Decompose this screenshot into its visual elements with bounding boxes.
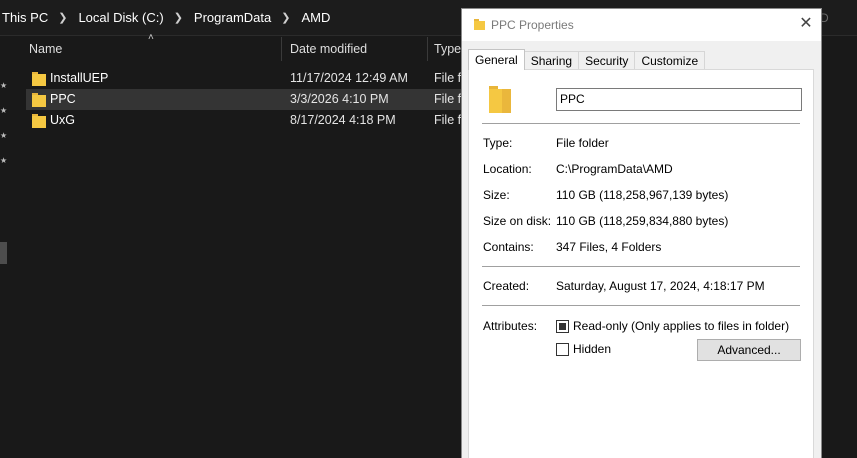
divider	[482, 266, 800, 267]
chevron-right-icon[interactable]: ❯	[174, 11, 183, 24]
folder-icon	[32, 72, 46, 86]
general-tab-panel: PPC Type: File folder Location: C:\Progr…	[468, 69, 814, 458]
tab-general[interactable]: General	[468, 49, 525, 70]
type-label: Type:	[483, 136, 513, 150]
size-on-disk-label: Size on disk:	[483, 214, 552, 228]
chevron-right-icon[interactable]: ❯	[58, 11, 67, 24]
size-value: 110 GB (118,258,967,139 bytes)	[556, 188, 729, 202]
close-icon[interactable]: ✕	[796, 14, 816, 34]
file-row-ppc[interactable]: PPC 3/3/2026 4:10 PM File fo	[26, 89, 468, 110]
tab-customize[interactable]: Customize	[634, 51, 706, 70]
created-label: Created:	[483, 279, 530, 293]
column-divider[interactable]	[427, 37, 428, 61]
divider	[482, 123, 800, 124]
type-value: File folder	[556, 136, 609, 150]
file-date-modified: 8/17/2024 4:18 PM	[290, 113, 396, 127]
folder-icon	[474, 19, 485, 30]
nav-scrollbar-thumb[interactable]	[0, 242, 7, 264]
navigation-pane[interactable]: ★ ★ ★ ★	[0, 37, 9, 458]
pin-icon: ★	[0, 156, 8, 165]
attributes-label: Attributes:	[483, 319, 538, 333]
advanced-button[interactable]: Advanced...	[697, 339, 801, 361]
contains-label: Contains:	[483, 240, 534, 254]
divider	[482, 305, 800, 306]
tab-security[interactable]: Security	[578, 51, 636, 70]
properties-dialog: PPC Properties ✕ General Sharing Securit…	[461, 8, 822, 458]
folder-icon	[489, 86, 511, 113]
file-date-modified: 11/17/2024 12:49 AM	[290, 71, 408, 85]
file-date-modified: 3/3/2026 4:10 PM	[290, 92, 389, 106]
column-header-name[interactable]: Name	[29, 42, 62, 56]
pin-icon: ★	[0, 81, 8, 90]
file-row-installuep[interactable]: InstallUEP 11/17/2024 12:49 AM File fo	[26, 68, 468, 89]
chevron-right-icon[interactable]: ❯	[281, 11, 290, 24]
hidden-label[interactable]: Hidden	[573, 342, 611, 356]
breadcrumb-programdata[interactable]: ProgramData	[192, 10, 273, 25]
contains-value: 347 Files, 4 Folders	[556, 240, 662, 254]
size-label: Size:	[483, 188, 510, 202]
dialog-title-bar[interactable]: PPC Properties ✕	[462, 9, 821, 41]
breadcrumb: This PC ❯ Local Disk (C:) ❯ ProgramData …	[0, 10, 332, 25]
file-name: PPC	[50, 92, 76, 106]
folder-name-input[interactable]: PPC	[556, 88, 802, 111]
breadcrumb-local-disk[interactable]: Local Disk (C:)	[76, 10, 165, 25]
size-on-disk-value: 110 GB (118,259,834,880 bytes)	[556, 214, 729, 228]
location-value: C:\ProgramData\AMD	[556, 162, 673, 176]
folder-icon	[32, 114, 46, 128]
pin-icon: ★	[0, 131, 8, 140]
location-label: Location:	[483, 162, 532, 176]
dialog-title: PPC Properties	[491, 18, 574, 32]
column-header-type[interactable]: Type	[434, 42, 461, 56]
breadcrumb-amd[interactable]: AMD	[299, 10, 332, 25]
folder-icon	[32, 93, 46, 107]
column-divider[interactable]	[281, 37, 282, 61]
column-header-date-modified[interactable]: Date modified	[290, 42, 367, 56]
column-header-row: ˄ Name Date modified Type	[18, 32, 468, 61]
pin-icon: ★	[0, 106, 8, 115]
hidden-checkbox[interactable]	[556, 343, 569, 356]
tab-sharing[interactable]: Sharing	[523, 51, 580, 70]
created-value: Saturday, August 17, 2024, 4:18:17 PM	[556, 279, 765, 293]
file-name: UxG	[50, 113, 75, 127]
readonly-checkbox[interactable]	[556, 320, 569, 333]
breadcrumb-this-pc[interactable]: This PC	[0, 10, 50, 25]
readonly-label[interactable]: Read-only (Only applies to files in fold…	[573, 319, 789, 333]
tab-strip: General Sharing Security Customize	[468, 49, 706, 70]
sort-ascending-icon: ˄	[148, 32, 154, 43]
file-name: InstallUEP	[50, 71, 109, 85]
file-row-uxg[interactable]: UxG 8/17/2024 4:18 PM File fo	[26, 110, 468, 131]
